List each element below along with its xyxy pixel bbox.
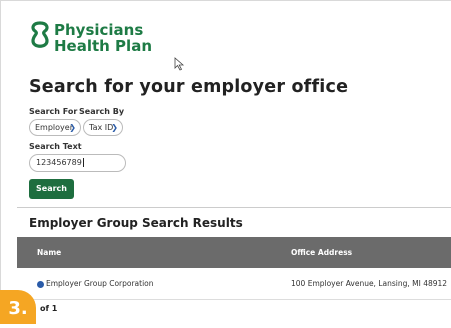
search-by-select[interactable]: Tax ID ❯	[83, 119, 123, 136]
brand-logo[interactable]: Physicians Health Plan	[29, 21, 179, 55]
search-text-input[interactable]: 123456789	[29, 154, 126, 172]
search-text-label: Search Text	[29, 142, 82, 151]
table-row[interactable]: Employer Group Corporation 100 Employer …	[17, 268, 451, 300]
chevron-down-icon: ❯	[111, 123, 118, 132]
chevron-down-icon: ❯	[69, 123, 76, 132]
divider	[17, 207, 451, 208]
brand-line2: Health Plan	[54, 37, 152, 55]
search-by-label: Search By	[79, 107, 125, 116]
search-for-select[interactable]: Employer ❯	[29, 119, 81, 136]
logo-mark-icon	[31, 21, 49, 48]
column-header-name: Name	[37, 248, 62, 257]
text-caret	[82, 158, 84, 167]
results-title: Employer Group Search Results	[29, 216, 243, 230]
mouse-pointer-icon	[174, 57, 185, 71]
row-name: Employer Group Corporation	[46, 279, 154, 288]
search-button[interactable]: Search	[29, 179, 74, 199]
row-address: 100 Employer Avenue, Lansing, MI 48912	[291, 279, 448, 288]
search-by-value: Tax ID	[89, 123, 114, 132]
search-text-value: 123456789	[36, 158, 82, 167]
results-table-header: Name Office Address	[17, 237, 451, 268]
radio-selected-icon[interactable]	[37, 280, 44, 288]
row-name-cell: Employer Group Corporation	[37, 279, 154, 288]
brand-name: Physicians Health Plan	[54, 22, 152, 54]
page-title: Search for your employer office	[29, 77, 349, 97]
brand-line1: Physicians	[54, 21, 144, 39]
step-badge: 3.	[0, 290, 36, 324]
column-header-address: Office Address	[291, 248, 353, 257]
pagination-text: of 1	[40, 304, 58, 313]
search-for-label: Search For	[29, 107, 78, 116]
search-for-value: Employer	[35, 123, 73, 132]
